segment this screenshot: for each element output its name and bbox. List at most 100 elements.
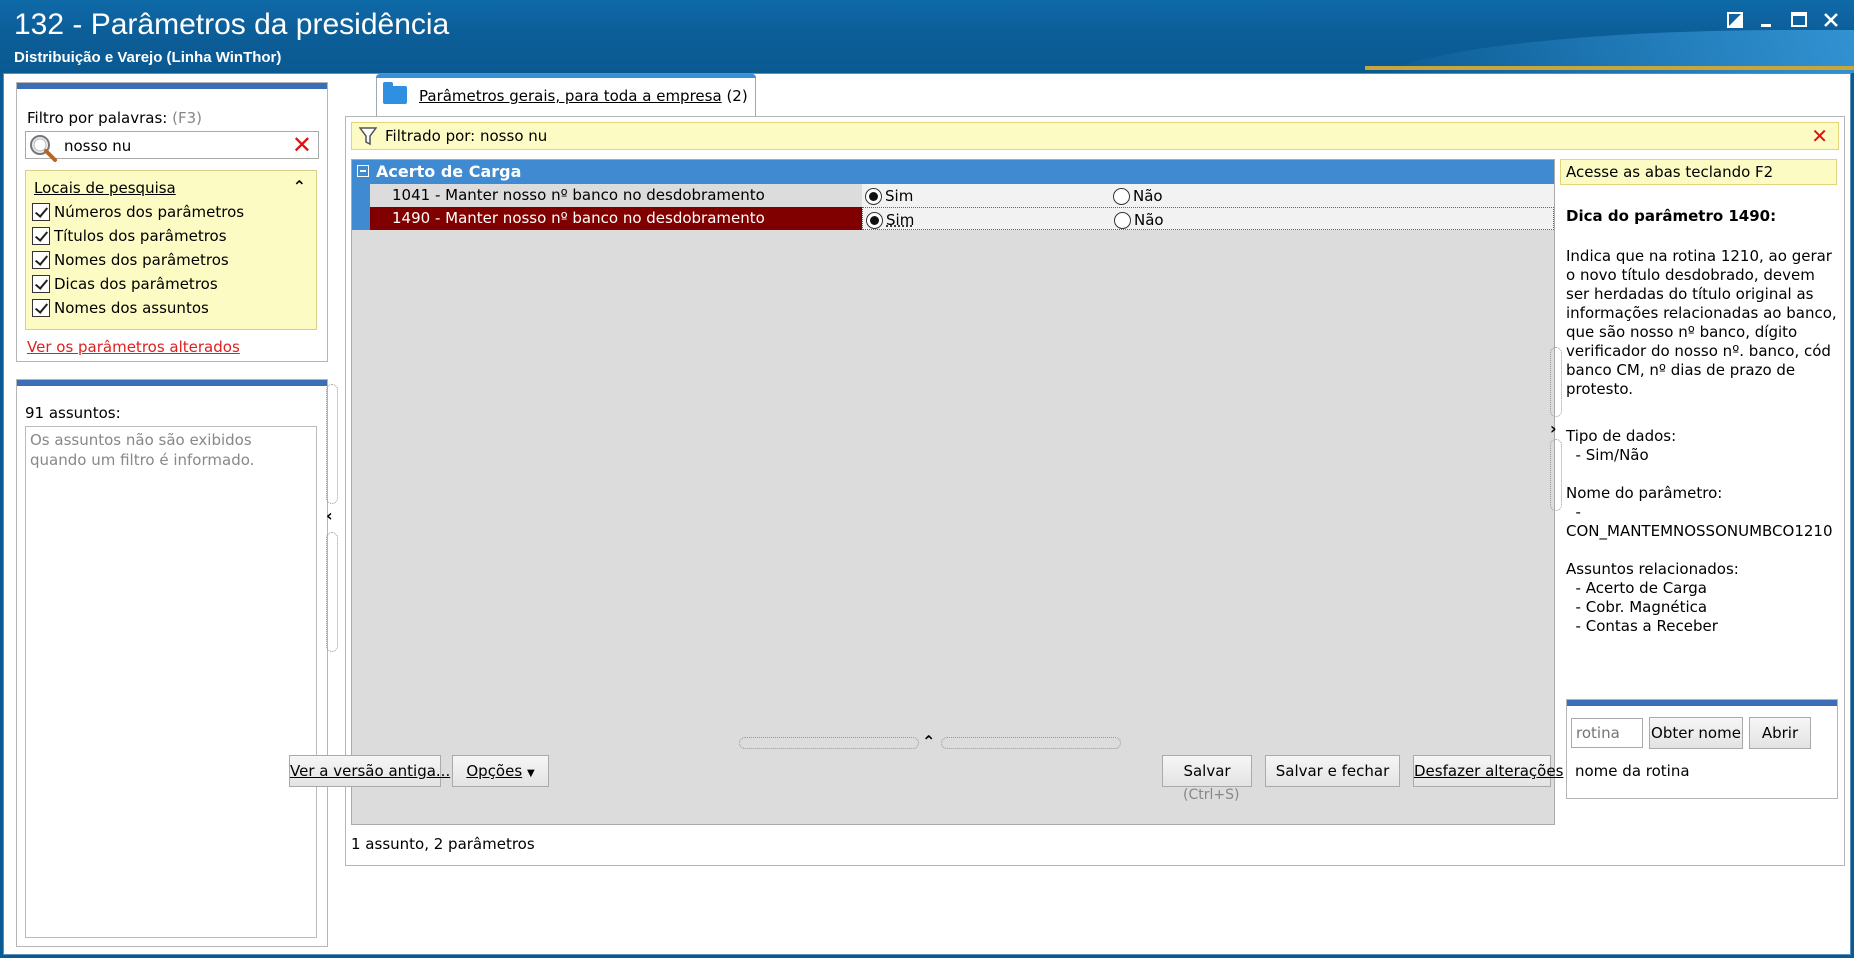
row-gutter bbox=[352, 184, 370, 207]
option-label: Títulos dos parâmetros bbox=[54, 227, 227, 245]
group-title: Acerto de Carga bbox=[376, 162, 522, 181]
clear-filter-icon[interactable]: ✕ bbox=[292, 132, 312, 158]
routine-lookup: Obter nome Abrir nome da rotina bbox=[1566, 699, 1838, 799]
radio-selected-icon[interactable] bbox=[866, 211, 883, 229]
filter-panel: Filtro por palavras: (F3) ✕ Locais de pe… bbox=[16, 82, 328, 362]
panel-header-bar bbox=[17, 380, 327, 386]
folder-icon bbox=[383, 82, 407, 104]
checkbox-checked-icon[interactable] bbox=[32, 299, 50, 317]
search-input[interactable] bbox=[64, 135, 284, 157]
splitter-handle[interactable] bbox=[326, 384, 338, 504]
save-close-button[interactable]: Salvar e fechar bbox=[1265, 755, 1400, 787]
param-name: 1490 - Manter nosso nº banco no desdobra… bbox=[370, 207, 862, 230]
radio-sim[interactable]: Sim bbox=[865, 187, 913, 205]
active-filter-bar: Filtrado por: nosso nu ✕ bbox=[351, 122, 1839, 150]
search-locations-box: Locais de pesquisa ⌃ Números dos parâmet… bbox=[25, 170, 317, 330]
routine-name-label: nome da rotina bbox=[1575, 762, 1690, 780]
option-label: Nomes dos parâmetros bbox=[54, 251, 229, 269]
open-button[interactable]: Abrir bbox=[1749, 717, 1811, 749]
save-shortcut: (Ctrl+S) bbox=[1183, 787, 1240, 803]
radio-nao[interactable]: Não bbox=[1114, 211, 1164, 229]
param-value-cell: Sim Não bbox=[862, 184, 1554, 207]
get-name-button[interactable]: Obter nome bbox=[1649, 717, 1743, 749]
option-label: Números dos parâmetros bbox=[54, 203, 245, 221]
param-value-cell: Sim Não bbox=[862, 207, 1554, 230]
grid-status: 1 assunto, 2 parâmetros bbox=[351, 835, 535, 853]
help-description: Indica que na rotina 1210, ao gerar o no… bbox=[1566, 247, 1837, 398]
title-bar-accent-line bbox=[1365, 66, 1854, 70]
row-gutter bbox=[352, 207, 370, 230]
checkbox-checked-icon[interactable] bbox=[32, 275, 50, 293]
params-grid: Acerto de Carga 1041 - Manter nosso nº b… bbox=[351, 159, 1555, 825]
tabs-hint: Acesse as abas teclando F2 bbox=[1560, 159, 1837, 185]
tab-count: (2) bbox=[726, 87, 748, 105]
params-content: Filtrado por: nosso nu ✕ Acerto de Carga… bbox=[345, 116, 1845, 866]
save-button[interactable]: Salvar bbox=[1162, 755, 1252, 787]
tab-general-params[interactable]: Parâmetros gerais, para toda a empresa (… bbox=[376, 74, 756, 116]
restore-icon[interactable] bbox=[1722, 10, 1748, 36]
table-row[interactable]: 1041 - Manter nosso nº banco no desdobra… bbox=[352, 184, 1554, 207]
filter-shortcut: (F3) bbox=[172, 109, 203, 127]
search-locations-title[interactable]: Locais de pesquisa bbox=[34, 179, 176, 197]
remove-filter-icon[interactable]: ✕ bbox=[1811, 123, 1828, 149]
splitter-handle[interactable] bbox=[326, 532, 338, 652]
view-changed-params-link[interactable]: Ver os parâmetros alterados bbox=[27, 338, 240, 356]
table-row-selected[interactable]: 1490 - Manter nosso nº banco no desdobra… bbox=[352, 207, 1554, 230]
radio-sim[interactable]: Sim bbox=[866, 211, 914, 229]
option-assuntos[interactable]: Nomes dos assuntos bbox=[32, 297, 209, 319]
panel-header-bar bbox=[1567, 700, 1837, 706]
window-title: 132 - Parâmetros da presidência bbox=[14, 8, 450, 41]
param-name: 1041 - Manter nosso nº banco no desdobra… bbox=[392, 186, 765, 204]
option-label: Nomes dos assuntos bbox=[54, 299, 209, 317]
checkbox-checked-icon[interactable] bbox=[32, 227, 50, 245]
options-button[interactable]: Opções ▼ bbox=[452, 755, 549, 787]
option-dicas[interactable]: Dicas dos parâmetros bbox=[32, 273, 218, 295]
radio-unselected-icon[interactable] bbox=[1113, 187, 1130, 205]
subjects-list[interactable]: Os assuntos não são exibidos quando um f… bbox=[25, 426, 317, 938]
collapse-bottom-icon[interactable]: ⌃ bbox=[922, 732, 935, 751]
title-bar: 132 - Parâmetros da presidência Distribu… bbox=[0, 0, 1854, 73]
radio-nao[interactable]: Não bbox=[1113, 187, 1163, 205]
tab-label: Parâmetros gerais, para toda a empresa (… bbox=[419, 87, 748, 105]
radio-label: Sim bbox=[885, 187, 914, 205]
option-titulos[interactable]: Títulos dos parâmetros bbox=[32, 225, 227, 247]
close-icon[interactable] bbox=[1818, 10, 1844, 36]
footer-toolbar bbox=[345, 879, 1845, 949]
checkbox-checked-icon[interactable] bbox=[32, 203, 50, 221]
splitter-handle[interactable] bbox=[739, 737, 919, 749]
help-metadata: Tipo de dados: - Sim/Não Nome do parâmet… bbox=[1566, 427, 1833, 635]
old-version-button[interactable]: Ver a versão antiga... bbox=[289, 755, 450, 787]
option-numeros[interactable]: Números dos parâmetros bbox=[32, 201, 244, 223]
radio-selected-icon[interactable] bbox=[865, 187, 882, 205]
checkbox-checked-icon[interactable] bbox=[32, 251, 50, 269]
radio-label: Sim bbox=[886, 211, 915, 229]
splitter-handle[interactable] bbox=[1550, 439, 1562, 511]
help-title: Dica do parâmetro 1490: bbox=[1566, 207, 1777, 225]
search-icon bbox=[30, 135, 57, 162]
expand-right-icon[interactable]: › bbox=[1550, 419, 1557, 438]
splitter-handle[interactable] bbox=[941, 737, 1121, 749]
splitter-handle[interactable] bbox=[1550, 347, 1562, 417]
button-label: Desfazer alterações bbox=[1414, 762, 1564, 780]
undo-changes-button[interactable]: Desfazer alterações bbox=[1413, 755, 1563, 787]
tab-label-text: Parâmetros gerais, para toda a empresa bbox=[419, 87, 722, 105]
subjects-count: 91 assuntos: bbox=[25, 404, 121, 422]
maximize-icon[interactable] bbox=[1786, 10, 1812, 36]
radio-label: Não bbox=[1133, 187, 1163, 205]
minimize-icon[interactable] bbox=[1754, 10, 1780, 36]
routine-input[interactable] bbox=[1571, 718, 1643, 748]
collapse-icon[interactable]: ⌃ bbox=[293, 177, 306, 196]
search-box[interactable]: ✕ bbox=[25, 131, 319, 162]
main-window: Filtro por palavras: (F3) ✕ Locais de pe… bbox=[3, 73, 1851, 955]
option-nomes[interactable]: Nomes dos parâmetros bbox=[32, 249, 229, 271]
filter-label: Filtro por palavras: (F3) bbox=[27, 109, 202, 127]
group-header[interactable]: Acerto de Carga bbox=[352, 160, 1554, 184]
dropdown-caret-icon: ▼ bbox=[526, 768, 535, 779]
option-label: Dicas dos parâmetros bbox=[54, 275, 218, 293]
subjects-empty-message: Os assuntos não são exibidos quando um f… bbox=[30, 431, 255, 469]
radio-unselected-icon[interactable] bbox=[1114, 211, 1131, 229]
collapse-left-icon[interactable]: ‹ bbox=[326, 506, 333, 525]
subjects-panel: 91 assuntos: Os assuntos não são exibido… bbox=[16, 379, 328, 947]
collapse-group-icon[interactable] bbox=[357, 165, 369, 177]
radio-label: Não bbox=[1134, 211, 1164, 229]
